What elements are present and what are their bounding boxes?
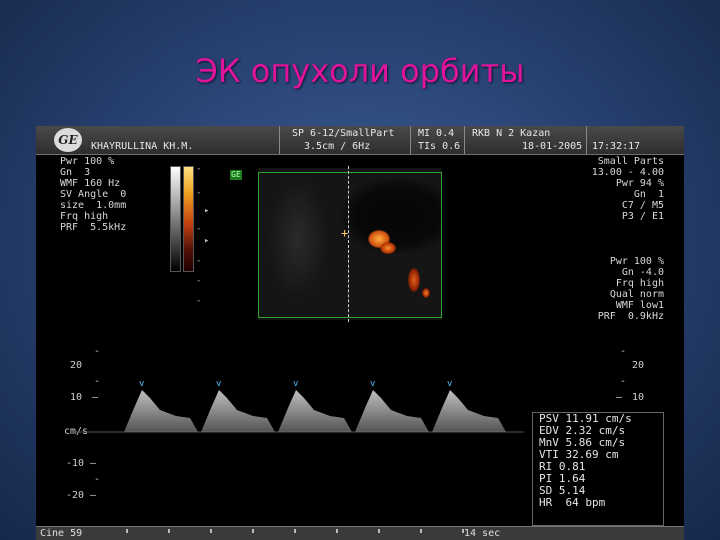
param-frq: Frq high — [615, 278, 664, 289]
param-quality: Qual norm — [609, 289, 664, 300]
divider — [410, 126, 411, 154]
patient-name: KHAYRULLINA KH.M. — [91, 141, 194, 152]
scale-tick: - — [196, 296, 202, 306]
tis-index: TIs 0.6 — [418, 141, 461, 152]
param-pwr: Pwr 100 % — [60, 156, 115, 167]
ge-logo: GE — [54, 128, 82, 152]
doppler-spectrum: vvvvv — [72, 379, 524, 433]
spectral-waveform: vvvvv — [124, 379, 506, 432]
time-ticks — [126, 529, 496, 533]
param-sv-angle: SV Angle 0 — [60, 189, 127, 200]
scale-tick: - — [196, 188, 202, 198]
grayscale-bar — [170, 166, 181, 272]
param-wmf: WMF 160 Hz — [60, 178, 121, 189]
right-parameters-top: Small Parts 13.00 - 4.00 Pwr 94 % Gn 1 C… — [592, 156, 664, 222]
param-persist: P3 / E1 — [621, 211, 664, 222]
measurement-hr: HR 64 bpm — [539, 496, 606, 509]
left-parameters: Pwr 100 % Gn 3 WMF 160 Hz SV Angle 0 siz… — [60, 156, 126, 233]
doppler-peak — [124, 390, 198, 432]
param-map: C7 / M5 — [621, 200, 664, 211]
velocity-label-right: 20 — [632, 360, 645, 371]
divider — [464, 126, 465, 154]
header-bar: GE KHAYRULLINA KH.M. SP 6-12/SmallPart 3… — [36, 126, 684, 155]
image-badge: GE — [230, 170, 242, 180]
peak-marker-icon: v — [216, 379, 221, 389]
param-preset: Small Parts — [597, 156, 664, 167]
doppler-peak — [355, 390, 429, 432]
param-gain: Gn 1 — [633, 189, 664, 200]
param-freq-range: 13.00 - 4.00 — [591, 167, 664, 178]
param-pwr: Pwr 100 % — [609, 256, 664, 267]
site-name: RKB N 2 Kazan — [472, 128, 551, 139]
probe-label: SP 6-12/SmallPart — [292, 128, 395, 139]
doppler-peak — [201, 390, 275, 432]
cine-bar[interactable]: Cine 59 14 sec — [36, 526, 684, 540]
scale-tick: - — [196, 164, 202, 174]
peak-marker-icon: v — [370, 379, 375, 389]
sample-gate[interactable]: + — [341, 226, 348, 240]
depth-frequency: 3.5cm / 6Hz — [304, 141, 371, 152]
peak-marker-icon: v — [447, 379, 452, 389]
cine-counter: Cine 59 — [40, 528, 83, 539]
doppler-peak — [278, 390, 352, 432]
peak-marker-icon: v — [293, 379, 298, 389]
sweep-duration: 14 sec — [464, 528, 501, 539]
scale-tick: - — [620, 376, 627, 387]
divider — [586, 126, 587, 154]
scale-tick: - — [196, 224, 202, 234]
peak-marker-icon: v — [139, 379, 144, 389]
scale-tick: - — [620, 346, 627, 357]
param-size: size 1.0mm — [60, 200, 127, 211]
color-scale-bar — [183, 166, 194, 272]
param-wmf: WMF low1 — [615, 300, 664, 311]
scale-tick: - — [196, 256, 202, 266]
scale-tick: - — [94, 346, 101, 357]
arrow-marker-icon: ▸ — [204, 206, 210, 216]
scale-tick: - — [196, 276, 202, 286]
doppler-peak — [432, 390, 506, 432]
param-frq: Frq high — [60, 211, 109, 222]
divider — [279, 126, 280, 154]
right-parameters-bottom: Pwr 100 % Gn -4.0 Frq high Qual norm WMF… — [598, 256, 664, 322]
param-gain: Gn 3 — [60, 167, 91, 178]
param-gain: Gn -4.0 — [621, 267, 664, 278]
measurements-panel: PSV 11.91 cm/s EDV 2.32 cm/s MnV 5.86 cm… — [532, 412, 664, 526]
param-pwr: Pwr 94 % — [615, 178, 664, 189]
scale-tick: — — [616, 392, 623, 403]
doppler-cursor-line[interactable] — [348, 166, 349, 322]
color-roi-box[interactable] — [258, 172, 442, 318]
exam-time: 17:32:17 — [592, 141, 641, 152]
mi-index: MI 0.4 — [418, 128, 455, 139]
arrow-marker-icon: ▸ — [204, 236, 210, 246]
param-prf: PRF 5.5kHz — [60, 222, 127, 233]
ultrasound-screen: GE KHAYRULLINA KH.M. SP 6-12/SmallPart 3… — [36, 126, 684, 540]
param-prf: PRF 0.9kHz — [597, 311, 664, 322]
slide-title: ЭК опухоли орбиты — [195, 52, 525, 90]
velocity-label-right: 10 — [632, 392, 645, 403]
exam-date: 18-01-2005 — [522, 141, 583, 152]
